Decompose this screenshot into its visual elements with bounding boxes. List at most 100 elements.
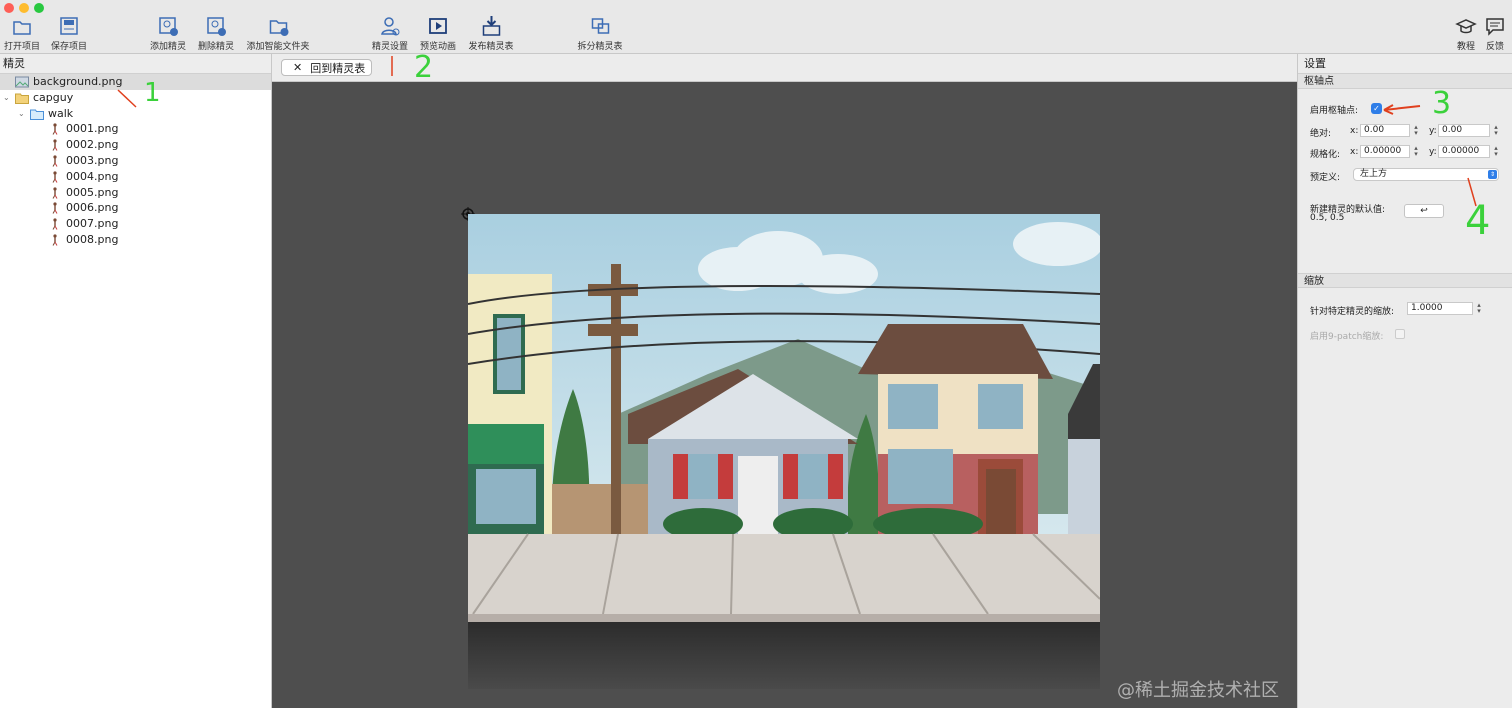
back-to-sheet-tab[interactable]: ✕ 回到精灵表 [281,59,372,76]
scale-stepper[interactable]: ▴ ▾ [1475,302,1483,315]
preset-select[interactable]: 左上方 ⇕ [1353,168,1499,181]
scale-label: 针对特定精灵的缩放: [1310,307,1395,317]
tree-item-capguy[interactable]: ⌄ capguy [0,90,73,106]
scale-field[interactable]: 1.0000 [1407,302,1473,315]
add-sprite-button[interactable]: 添加精灵 [150,14,186,52]
toolbar: 打开项目 保存项目 添加精灵 删除精灵 添加智能文件夹 精灵设置 预览动画 发布… [0,0,1512,54]
add-smart-folder-button[interactable]: 添加智能文件夹 [246,14,310,52]
tree-item-sprite[interactable]: 0003.png [0,153,118,169]
tree-item-sprite[interactable]: 0007.png [0,216,118,232]
tree-item-label: walk [48,107,74,120]
tree-item-label: 0008.png [66,233,119,246]
folder-open-icon [13,21,31,35]
folder-icon [15,93,29,104]
norm-x-field[interactable]: 0.00000 [1360,145,1410,158]
save-icon [60,17,78,35]
preview-animation-label: 预览动画 [419,42,457,52]
dropdown-arrow-icon[interactable]: ⇕ [1488,170,1497,179]
publish-sheet-button[interactable]: 发布精灵表 [468,14,514,52]
sprite-figure-icon [52,139,58,151]
delete-sprite-label: 删除精灵 [197,42,235,52]
preview-animation-button[interactable]: 预览动画 [420,14,456,52]
canvas-header: ✕ 回到精灵表 [272,54,1297,82]
close-window-button[interactable] [4,3,14,13]
zoom-window-button[interactable] [34,3,44,13]
feedback-icon [1486,18,1504,36]
tree-item-walk[interactable]: ⌄ walk [0,106,73,122]
background-sprite-image[interactable] [468,214,1100,689]
enable-pivot-label: 启用枢轴点: [1310,106,1359,116]
preset-label: 预定义: [1310,173,1341,183]
tree-item-background[interactable]: background.png [0,74,271,90]
publish-sheet-icon [482,16,500,36]
feedback-button[interactable]: 反馈 [1484,14,1506,52]
canvas-area[interactable]: ✕ 回到精灵表 @稀土掘金技术社区 [272,54,1297,708]
close-icon[interactable]: ✕ [293,61,302,74]
street-scene-illustration [468,214,1100,689]
norm-y-field[interactable]: 0.00000 [1438,145,1490,158]
save-project-button[interactable]: 保存项目 [51,14,87,52]
tree-item-label: 0005.png [66,185,119,199]
abs-y-stepper[interactable]: ▴ ▾ [1492,124,1500,137]
save-project-label: 保存项目 [50,42,88,52]
abs-x-stepper[interactable]: ▴ ▾ [1412,124,1420,137]
publish-sheet-label: 发布精灵表 [468,42,514,52]
delete-sprite-button[interactable]: 删除精灵 [198,14,234,52]
sprite-figure-icon [52,186,58,199]
feedback-label: 反馈 [1485,42,1504,52]
sprite-settings-icon [381,17,400,36]
pivot-section-header: 枢轴点 [1298,74,1512,89]
tree-item-label: 0004.png [66,169,119,183]
split-sheet-icon [591,18,609,34]
enable-pivot-checkbox[interactable]: ✓ [1371,103,1382,114]
sprites-panel: 精灵 background.png ⌄ capguy ⌄ walk 0001.p… [0,54,272,708]
new-sprite-default-value: 0.5, 0.5 [1310,213,1345,223]
minimize-window-button[interactable] [19,3,29,13]
normalized-label: 规格化: [1310,150,1341,160]
add-smart-folder-icon [269,20,288,36]
smart-folder-icon [30,109,44,120]
preset-value: 左上方 [1360,169,1388,179]
chevron-down-icon[interactable]: ⌄ [18,106,30,122]
add-smart-folder-label: 添加智能文件夹 [246,42,310,52]
ninepatch-checkbox[interactable] [1395,329,1405,339]
delete-sprite-icon [207,17,226,36]
norm-x-label: x: [1350,147,1359,157]
tree-item-sprite[interactable]: 0006.png [0,200,118,216]
sprite-figure-icon [52,234,58,246]
abs-y-field[interactable]: 0.00 [1438,124,1490,137]
tree-item-label: 0003.png [66,154,119,167]
sprite-figure-icon [52,202,58,215]
add-sprite-icon [159,17,178,36]
tree-item-sprite[interactable]: 0001.png [0,121,118,137]
norm-y-stepper[interactable]: ▴ ▾ [1492,145,1500,158]
scale-section-header: 缩放 [1298,273,1512,288]
abs-x-field[interactable]: 0.00 [1360,124,1410,137]
sprite-figure-icon [52,218,58,230]
tutorial-icon [1455,19,1477,34]
tutorial-label: 教程 [1456,42,1475,52]
apply-default-button[interactable]: ↩ [1404,204,1444,218]
preview-animation-icon [429,18,447,34]
tree-item-sprite[interactable]: 0002.png [0,137,118,153]
ninepatch-label: 启用9-patch缩放: [1310,332,1384,342]
watermark-text: @稀土掘金技术社区 [1117,680,1279,701]
tree-item-sprite[interactable]: 0004.png [0,169,118,185]
tree-item-label: 0001.png [66,122,119,136]
tree-item-label: 0007.png [66,217,119,231]
chevron-down-icon[interactable]: ⌄ [3,90,15,106]
open-project-button[interactable]: 打开项目 [4,14,40,52]
tree-item-label: 0006.png [66,201,119,215]
tutorial-button[interactable]: 教程 [1455,14,1477,52]
norm-x-stepper[interactable]: ▴ ▾ [1412,145,1420,158]
sprite-figure-icon [52,171,58,183]
sprite-figure-icon [52,155,58,167]
sprite-figure-icon [52,123,58,136]
split-sheet-label: 拆分精灵表 [577,42,623,52]
back-to-sheet-label: 回到精灵表 [310,61,366,75]
tree-item-sprite[interactable]: 0005.png [0,185,118,201]
tree-item-sprite[interactable]: 0008.png [0,232,118,248]
sprite-settings-button[interactable]: 精灵设置 [372,14,408,52]
open-project-label: 打开项目 [3,42,41,52]
split-sheet-button[interactable]: 拆分精灵表 [577,14,623,52]
